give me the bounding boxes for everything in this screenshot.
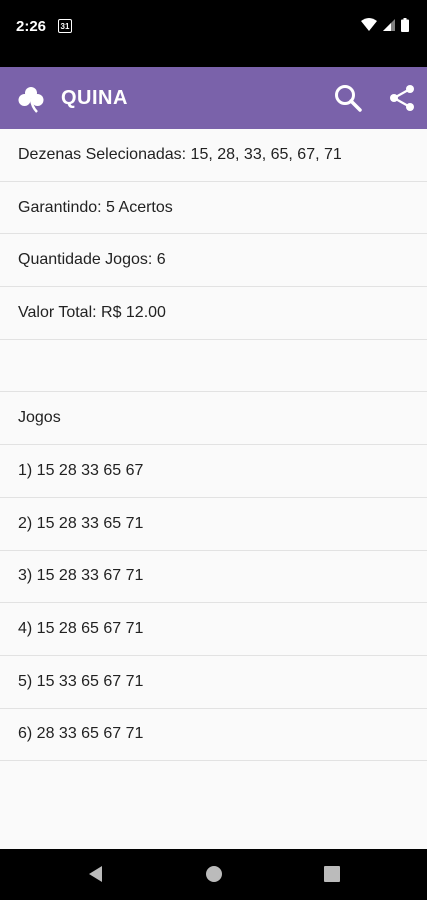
status-icons: [361, 18, 409, 32]
clover-icon: [18, 87, 44, 113]
valor-row: Valor Total: R$ 12.00: [0, 287, 427, 340]
wifi-icon: [361, 18, 377, 31]
recents-icon[interactable]: [323, 865, 341, 883]
dezenas-row: Dezenas Selecionadas: 15, 28, 33, 65, 67…: [0, 129, 427, 182]
jogo-item[interactable]: 1) 15 28 33 65 67: [0, 445, 427, 498]
app-title: QUINA: [61, 87, 128, 109]
app-bar: QUINA: [0, 67, 427, 129]
battery-icon: [401, 18, 409, 32]
jogo-item[interactable]: 6) 28 33 65 67 71: [0, 709, 427, 762]
signal-icon: [383, 19, 395, 31]
calendar-icon: 31: [58, 19, 72, 33]
search-icon[interactable]: [333, 83, 363, 113]
back-icon[interactable]: [87, 865, 105, 883]
jogos-header: Jogos: [0, 392, 427, 446]
status-bar: 2:26 31: [0, 0, 427, 67]
content-list: Dezenas Selecionadas: 15, 28, 33, 65, 67…: [0, 129, 427, 849]
jogo-item[interactable]: 4) 15 28 65 67 71: [0, 603, 427, 656]
garantindo-row: Garantindo: 5 Acertos: [0, 182, 427, 235]
jogo-item[interactable]: 5) 15 33 65 67 71: [0, 656, 427, 709]
share-icon[interactable]: [387, 83, 417, 113]
spacer-row: [0, 340, 427, 393]
navigation-bar: [0, 849, 427, 900]
quantidade-row: Quantidade Jogos: 6: [0, 234, 427, 288]
jogo-item[interactable]: 3) 15 28 33 67 71: [0, 551, 427, 604]
jogo-item[interactable]: 2) 15 28 33 65 71: [0, 498, 427, 551]
home-icon[interactable]: [205, 865, 223, 883]
status-time: 2:26: [16, 18, 47, 35]
